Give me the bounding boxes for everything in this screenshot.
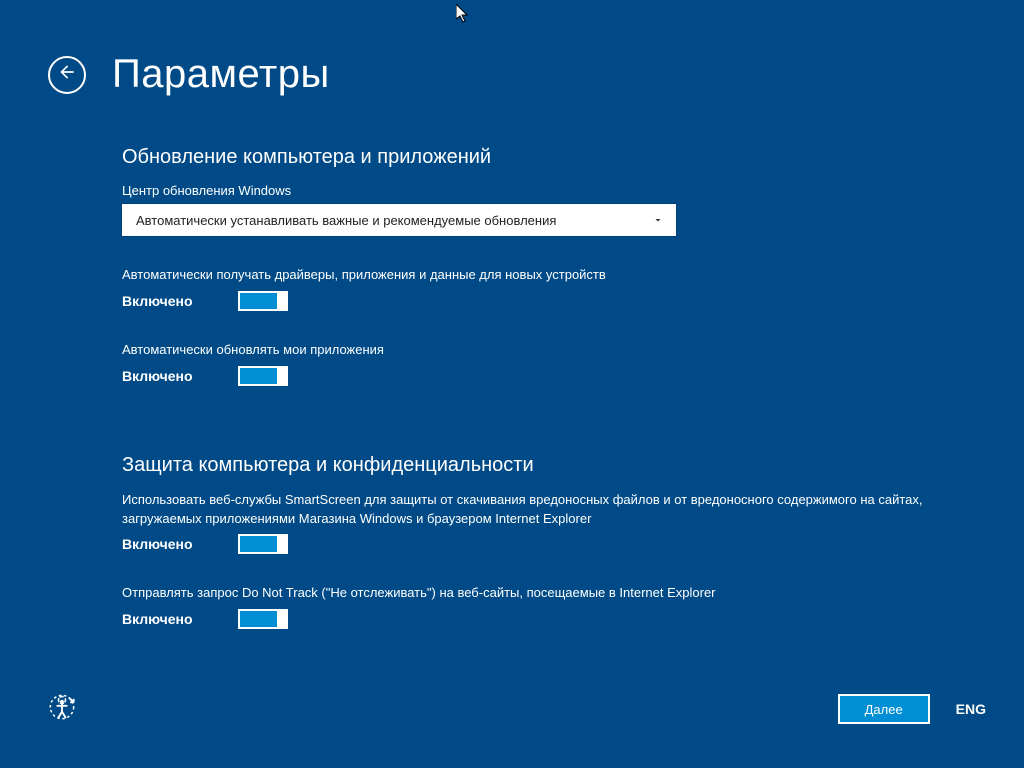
windows-update-label: Центр обновления Windows bbox=[122, 183, 964, 198]
toggle-thumb bbox=[277, 610, 287, 628]
smartscreen-state: Включено bbox=[122, 536, 193, 552]
smartscreen-toggle[interactable] bbox=[238, 534, 288, 554]
toggle-thumb bbox=[277, 367, 287, 385]
auto-update-apps-label: Автоматически обновлять мои приложения bbox=[122, 341, 964, 360]
language-indicator[interactable]: ENG bbox=[956, 701, 986, 717]
next-button-label: Далее bbox=[865, 702, 903, 717]
windows-update-dropdown[interactable]: Автоматически устанавливать важные и рек… bbox=[122, 204, 676, 236]
ease-of-access-icon bbox=[48, 693, 76, 726]
auto-drivers-state: Включено bbox=[122, 293, 193, 309]
page-title: Параметры bbox=[112, 52, 330, 97]
auto-drivers-label: Автоматически получать драйверы, приложе… bbox=[122, 266, 964, 285]
cursor-icon bbox=[456, 4, 472, 29]
toggle-thumb bbox=[277, 535, 287, 553]
auto-update-apps-state: Включено bbox=[122, 368, 193, 384]
do-not-track-state: Включено bbox=[122, 611, 193, 627]
ease-of-access-button[interactable] bbox=[48, 695, 76, 723]
auto-drivers-toggle[interactable] bbox=[238, 291, 288, 311]
section-heading-privacy: Защита компьютера и конфиденциальности bbox=[122, 454, 964, 477]
arrow-left-icon bbox=[57, 62, 77, 87]
do-not-track-label: Отправлять запрос Do Not Track ("Не отсл… bbox=[122, 584, 964, 603]
next-button[interactable]: Далее bbox=[838, 694, 930, 724]
back-button[interactable] bbox=[48, 56, 86, 94]
toggle-thumb bbox=[277, 292, 287, 310]
do-not-track-toggle[interactable] bbox=[238, 609, 288, 629]
smartscreen-label: Использовать веб-службы SmartScreen для … bbox=[122, 491, 964, 529]
section-heading-updates: Обновление компьютера и приложений bbox=[122, 146, 964, 169]
chevron-down-icon bbox=[652, 214, 664, 226]
dropdown-selected-value: Автоматически устанавливать важные и рек… bbox=[136, 213, 556, 228]
auto-update-apps-toggle[interactable] bbox=[238, 366, 288, 386]
